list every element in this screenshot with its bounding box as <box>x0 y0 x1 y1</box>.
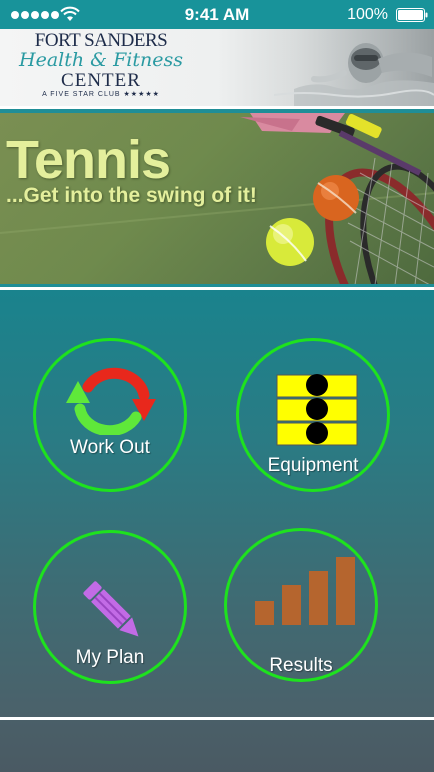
swimmer-image <box>274 29 434 106</box>
club-header: FORT SANDERS Health & Fitness CENTER A F… <box>0 29 434 106</box>
bar-chart-icon <box>255 557 355 625</box>
cycle-arrows-icon <box>66 367 156 435</box>
logo-line-center: CENTER <box>61 70 141 91</box>
results-button[interactable]: Results <box>224 528 378 682</box>
equipment-button[interactable]: Equipment <box>236 338 390 492</box>
my-plan-button[interactable]: My Plan <box>33 530 187 684</box>
logo-line-tagline: A FIVE STAR CLUB ★★★★★ <box>42 91 160 98</box>
my-plan-label: My Plan <box>75 647 145 668</box>
weight-stack-icon <box>276 374 358 446</box>
banner-title: Tennis <box>6 130 171 190</box>
tennis-banner: Tennis ...Get into the swing of it! <box>0 113 434 285</box>
main-menu: Work Out Equipment My Plan Results <box>0 290 434 717</box>
banner-subtitle: ...Get into the swing of it! <box>6 184 257 207</box>
equipment-label: Equipment <box>267 455 359 476</box>
pencil-icon <box>83 581 139 637</box>
bottom-area <box>0 720 434 772</box>
results-label: Results <box>269 655 333 676</box>
work-out-button[interactable]: Work Out <box>33 338 187 492</box>
status-bar: 9:41 AM 100% <box>0 0 434 29</box>
logo-line-fort-sanders: FORT SANDERS <box>34 30 168 51</box>
battery-icon <box>396 8 428 22</box>
club-logo: FORT SANDERS Health & Fitness CENTER A F… <box>16 31 186 98</box>
battery-percent: 100% <box>347 6 388 23</box>
work-out-label: Work Out <box>70 437 150 458</box>
logo-line-health-fitness: Health & Fitness <box>19 49 183 71</box>
